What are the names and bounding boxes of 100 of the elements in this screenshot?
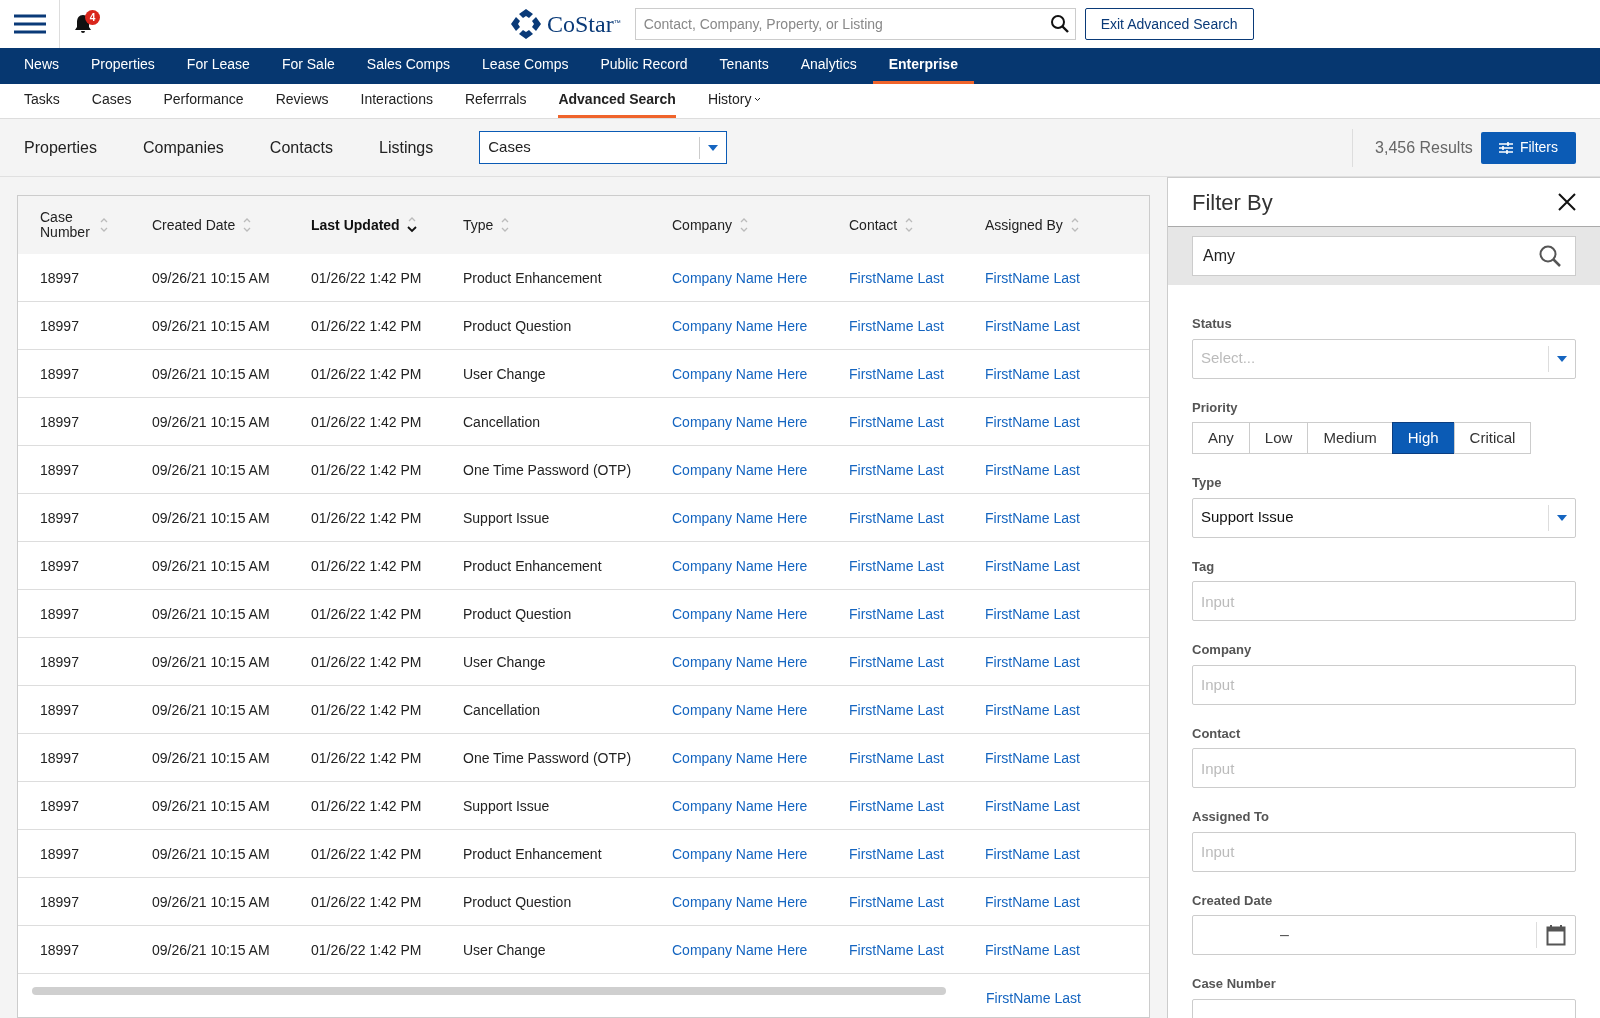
table-link[interactable]: Company Name Here [672, 749, 808, 766]
table-link[interactable]: FirstName Last [985, 461, 1080, 478]
table-cell: Product Question [463, 317, 572, 334]
sub-nav-tab[interactable]: Performance [163, 84, 244, 118]
main-nav-tab[interactable]: Sales Comps [350, 48, 467, 84]
table-link[interactable]: FirstName Last [985, 413, 1080, 430]
select-field[interactable]: Support Issue [1192, 497, 1576, 538]
table-link[interactable]: Company Name Here [672, 461, 808, 478]
main-nav-tab[interactable]: For Sale [265, 48, 351, 84]
sub-nav-tab[interactable]: Cases [91, 84, 132, 118]
table-link[interactable]: FirstName Last [849, 749, 944, 766]
table-link[interactable]: Company Name Here [672, 653, 808, 670]
field-label: Case Number [1192, 975, 1277, 994]
table-link[interactable]: FirstName Last [985, 557, 1080, 574]
priority-option[interactable]: Medium [1307, 422, 1393, 455]
input-field[interactable]: Input [1192, 581, 1576, 622]
table-link[interactable]: FirstName Last [985, 749, 1080, 766]
table-link[interactable]: FirstName Last [849, 557, 944, 574]
sub-nav-tab[interactable]: History [707, 84, 762, 118]
table-link[interactable]: FirstName Last [985, 941, 1080, 958]
table-cell: 01/26/22 1:42 PM [311, 749, 422, 766]
table-link[interactable]: FirstName Last [849, 845, 944, 862]
table-link[interactable]: FirstName Last [849, 605, 944, 622]
column-header[interactable]: Created Date [152, 217, 236, 233]
exit-advanced-search-button[interactable]: Exit Advanced Search [1084, 8, 1254, 40]
filters-button[interactable]: Filters [1480, 131, 1576, 164]
table-link[interactable]: FirstName Last [985, 605, 1080, 622]
main-nav-tab[interactable]: News [8, 48, 75, 84]
table-link[interactable]: FirstName Last [849, 893, 944, 910]
horizontal-scrollbar[interactable] [32, 987, 946, 995]
sub-nav-tab[interactable]: Interactions [360, 84, 433, 118]
table-cell: 01/26/22 1:42 PM [311, 605, 422, 622]
main-nav-tab[interactable]: Lease Comps [466, 48, 585, 84]
table-link[interactable]: FirstName Last [849, 413, 944, 430]
table-link[interactable]: FirstName Last [985, 701, 1080, 718]
main-nav-tab[interactable]: Public Record [584, 48, 704, 84]
table-link[interactable]: FirstName Last [985, 365, 1080, 382]
date-range-field[interactable]: – [1192, 915, 1576, 956]
sub-nav-tab[interactable]: Referrrals [464, 84, 527, 118]
table-link[interactable]: FirstName Last [849, 653, 944, 670]
column-header[interactable]: Last Updated [311, 217, 400, 233]
table-link[interactable]: FirstName Last [849, 269, 944, 286]
column-header[interactable]: Assigned By [985, 217, 1063, 233]
column-header[interactable]: Contact [849, 217, 898, 233]
sub-nav-tab[interactable]: Reviews [275, 84, 329, 118]
priority-option[interactable]: Low [1248, 422, 1309, 455]
notification-button[interactable]: 4 [60, 0, 106, 48]
priority-option[interactable]: Critical [1453, 422, 1532, 455]
table-link[interactable]: FirstName Last [849, 797, 944, 814]
table-link[interactable]: FirstName Last [985, 509, 1080, 526]
filter-search-field[interactable]: Amy [1192, 236, 1576, 277]
table-link[interactable]: Company Name Here [672, 701, 808, 718]
priority-option[interactable]: High [1391, 422, 1455, 455]
search-category-tab[interactable]: Properties [24, 135, 97, 160]
table-link[interactable]: FirstName Last [849, 941, 944, 958]
main-nav-tab[interactable]: Analytics [784, 48, 873, 84]
input-field[interactable]: Input [1192, 664, 1576, 705]
table-link[interactable]: Company Name Here [672, 845, 808, 862]
table-link[interactable]: Company Name Here [672, 893, 808, 910]
column-header[interactable]: Case Number [40, 210, 92, 240]
table-link[interactable]: FirstName Last [985, 845, 1080, 862]
table-link[interactable]: FirstName Last [985, 893, 1080, 910]
table-link[interactable]: Company Name Here [672, 317, 808, 334]
search-category-tab[interactable]: Listings [379, 135, 434, 160]
search-field[interactable]: Contact, Company, Property, or Listing [634, 8, 1076, 40]
table-link[interactable]: Company Name Here [672, 269, 808, 286]
table-link[interactable]: FirstName Last [849, 365, 944, 382]
table-link[interactable]: FirstName Last [849, 509, 944, 526]
table-link[interactable]: Company Name Here [672, 797, 808, 814]
main-nav-tab[interactable]: For Lease [170, 48, 266, 84]
sub-nav-tab[interactable]: Advanced Search [558, 84, 676, 118]
table-link[interactable]: Company Name Here [672, 557, 808, 574]
table-cell: Product Enhancement [463, 845, 602, 862]
table-link[interactable]: FirstName Last [849, 461, 944, 478]
priority-option[interactable]: Any [1192, 422, 1250, 455]
close-icon[interactable] [1558, 193, 1576, 212]
entity-select[interactable]: Cases [479, 131, 728, 164]
table-link[interactable]: FirstName Last [985, 653, 1080, 670]
table-link[interactable]: FirstName Last [985, 269, 1080, 286]
table-cell: Support Issue [463, 509, 550, 526]
table-link[interactable]: FirstName Last [849, 317, 944, 334]
search-category-tab[interactable]: Contacts [269, 135, 333, 160]
input-field[interactable]: Input [1192, 831, 1576, 872]
table-cell: 01/26/22 1:42 PM [311, 797, 422, 814]
table-link[interactable]: FirstName Last [985, 797, 1080, 814]
table-link[interactable]: Company Name Here [672, 365, 808, 382]
table-link[interactable]: Company Name Here [672, 605, 808, 622]
column-header[interactable]: Type [463, 217, 494, 233]
table-link[interactable]: Company Name Here [672, 509, 808, 526]
main-nav-tab[interactable]: Tenants [703, 48, 785, 84]
sub-nav-tab[interactable]: Tasks [24, 84, 60, 118]
table-link[interactable]: FirstName Last [986, 987, 1081, 1009]
column-header[interactable]: Company [672, 217, 732, 233]
table-link[interactable]: Company Name Here [672, 413, 808, 430]
input-field[interactable]: Input [1192, 748, 1576, 789]
search-category-tab[interactable]: Companies [142, 135, 224, 160]
table-link[interactable]: Company Name Here [672, 941, 808, 958]
main-nav-tab[interactable]: Properties [75, 48, 171, 84]
table-link[interactable]: FirstName Last [985, 317, 1080, 334]
table-link[interactable]: FirstName Last [849, 701, 944, 718]
